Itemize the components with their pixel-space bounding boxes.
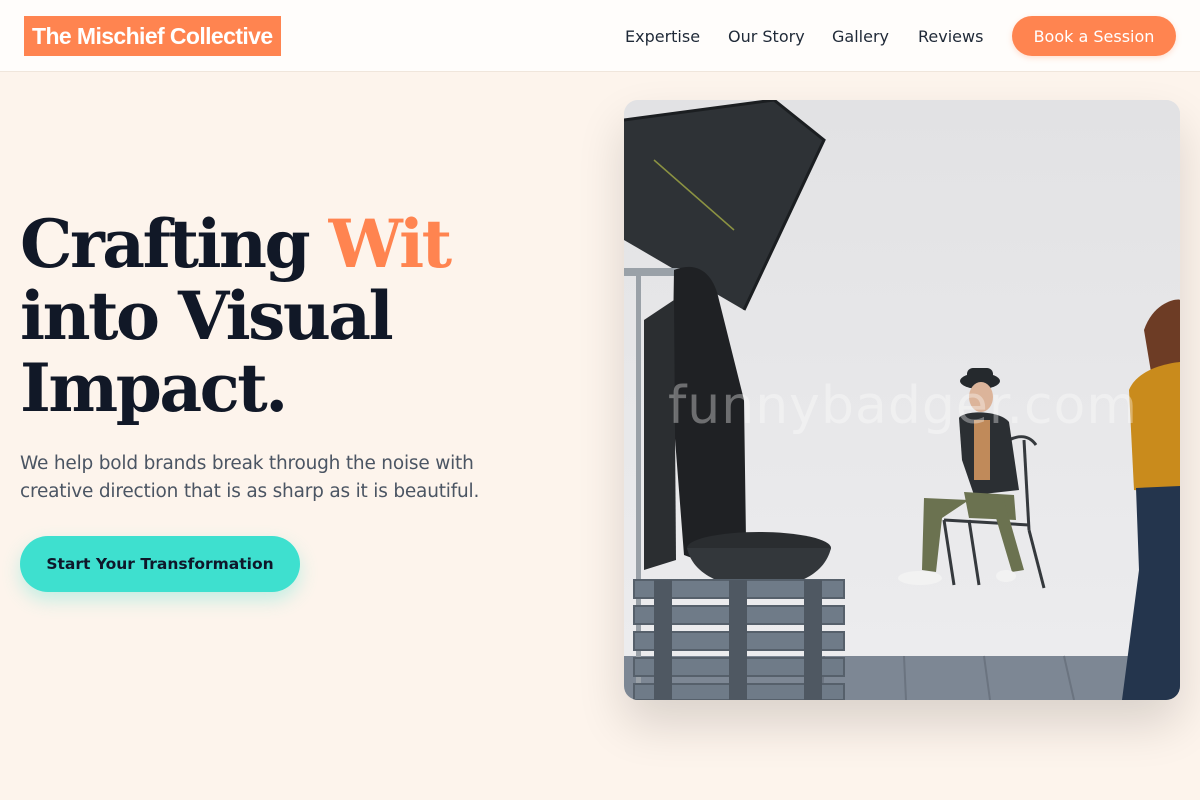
- headline-line1: Crafting Wit: [20, 205, 453, 283]
- nav-link-reviews[interactable]: Reviews: [918, 27, 983, 46]
- nav-item-our-story[interactable]: Our Story: [728, 0, 805, 72]
- book-session-button[interactable]: Book a Session: [1012, 16, 1176, 56]
- start-transformation-button[interactable]: Start Your Transformation: [20, 536, 300, 592]
- hero-subtext: We help bold brands break through the no…: [20, 453, 480, 502]
- nav-link-our-story[interactable]: Our Story: [728, 27, 805, 46]
- nav-link-expertise[interactable]: Expertise: [625, 27, 700, 46]
- nav-item-reviews[interactable]: Reviews: [918, 0, 983, 72]
- nav-item-gallery[interactable]: Gallery: [832, 0, 889, 72]
- hero-photo-studio: funnybadger.com: [624, 100, 1180, 700]
- headline-line2: into Visual: [20, 277, 394, 355]
- brand-logo[interactable]: The Mischief Collective: [24, 16, 281, 56]
- site-header: The Mischief Collective Expertise Our St…: [0, 0, 1200, 72]
- nav-item-expertise[interactable]: Expertise: [625, 0, 700, 72]
- image-watermark: funnybadger.com: [668, 376, 1139, 436]
- headline-accent: Wit: [328, 205, 453, 283]
- hero-headline: Crafting Wit into Visual Impact.: [20, 208, 580, 424]
- headline-part1: Crafting: [20, 205, 329, 283]
- nav-link-gallery[interactable]: Gallery: [832, 27, 889, 46]
- headline-line3: Impact.: [20, 349, 288, 427]
